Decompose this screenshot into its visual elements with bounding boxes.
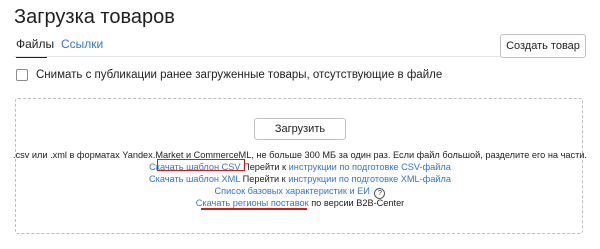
upload-button[interactable]: Загрузить: [254, 118, 346, 140]
unpublish-checkbox[interactable]: [16, 69, 28, 81]
page-title: Загрузка товаров: [14, 6, 175, 28]
download-xml-template-link[interactable]: Скачать шаблон XML: [149, 174, 240, 184]
create-product-button[interactable]: Создать товар: [500, 34, 586, 58]
csv-goto-text: Перейти к: [243, 162, 287, 172]
csv-row: Скачать шаблон CSV Перейти к инструкции …: [0, 161, 600, 173]
tabs-divider: [14, 56, 580, 57]
format-hint: .csv или .xml в форматах Yandex.Market и…: [13, 150, 587, 160]
regions-version-text: по версии B2B-Center: [311, 198, 405, 208]
xml-goto-text: Перейти к: [242, 174, 286, 184]
characteristics-list-link[interactable]: Список базовых характеристик и ЕИ: [215, 186, 370, 196]
csv-guide-link[interactable]: инструкции по подготовке CSV-файла: [289, 162, 451, 172]
unpublish-option: Снимать с публикации ранее загруженные т…: [16, 67, 442, 83]
xml-row: Скачать шаблон XML Перейти к инструкции …: [0, 173, 600, 185]
unpublish-label[interactable]: Снимать с публикации ранее загруженные т…: [36, 69, 442, 81]
tab-files[interactable]: Файлы: [16, 37, 54, 51]
tab-links[interactable]: Ссылки: [61, 37, 103, 51]
download-regions-link[interactable]: Скачать регионы поставок: [196, 198, 309, 208]
highlight-underline-annotation: [201, 208, 307, 210]
highlight-box-annotation: [157, 159, 245, 171]
xml-guide-link[interactable]: инструкции по подготовке XML-файла: [288, 174, 451, 184]
